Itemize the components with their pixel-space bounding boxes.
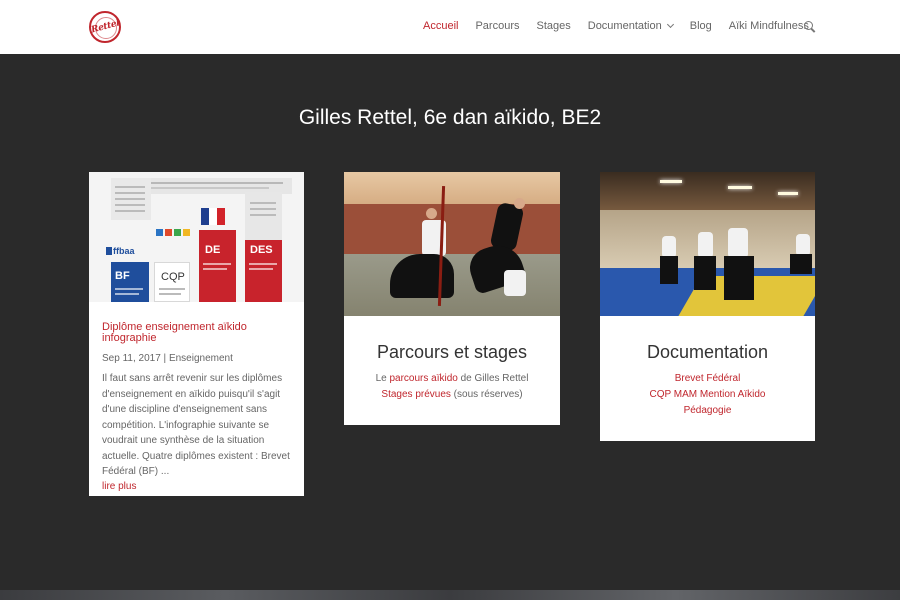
search-icon[interactable] [804,21,816,33]
parcours-line1-prefix: Le [375,373,390,384]
documentation-card: Documentation Brevet Fédéral CQP MAM Men… [600,172,815,441]
photo-wall-red [344,204,560,254]
photo-wall-upper [344,172,560,204]
cqp-mam-link[interactable]: CQP MAM Mention Aïkido [650,389,766,400]
parcours-card: Parcours et stages Le parcours aïkido de… [344,172,560,425]
footer-image-band [0,590,900,600]
parcours-line1-suffix: de Gilles Rettel [457,373,529,384]
photo-person-gi [698,232,713,258]
parcours-aikido-link[interactable]: parcours aïkido [389,373,457,384]
infographic-cqp-bar: CQP [154,262,190,302]
post-card: ffbaa BF CQP DE DES Diplôme enseignement… [89,172,304,496]
post-date: Sep 11, 2017 [102,353,161,364]
post-meta-separator: | [163,353,167,364]
photo-person-hakama [660,256,678,284]
parcours-line2-suffix: (sous réserves) [450,389,523,400]
documentation-card-body: Documentation Brevet Fédéral CQP MAM Men… [600,342,815,419]
infographic-federation-box [111,178,151,220]
ffbaa-logo: ffbaa [106,246,135,256]
infographic-bf-label: BF [115,270,130,282]
infographic-bf-bar: BF [111,262,149,302]
post-title-link[interactable]: Diplôme enseignement aïkido infographie [102,322,292,344]
photo-person-gi [728,228,748,258]
infographic-des-label: DES [250,244,273,256]
photo-ceiling-light [728,186,752,189]
photo-ceiling-light [778,192,798,195]
nav-item-parcours[interactable]: Parcours [475,20,519,32]
photo-person-hakama [790,254,812,274]
photo-person-gi [662,236,676,258]
post-excerpt: Il faut sans arrêt revenir sur les diplô… [102,373,290,477]
parcours-card-text: Le parcours aïkido de Gilles Rettel Stag… [344,371,560,403]
aikido-bokken-photo[interactable] [344,172,560,316]
nav-item-blog[interactable]: Blog [690,20,712,32]
post-meta: Sep 11, 2017 | Enseignement [102,353,233,364]
site-header: Rettel Accueil Parcours Stages Documenta… [0,0,900,54]
photo-person-hakama [390,254,454,298]
photo-person2-foot [514,198,525,209]
stages-prevues-link[interactable]: Stages prévues [381,389,451,400]
infographic-image[interactable]: ffbaa BF CQP DE DES [89,172,304,302]
photo-person2-gi [504,270,526,296]
nav-item-documentation[interactable]: Documentation [587,20,674,32]
photo-person-hakama [694,256,716,290]
infographic-des-header [245,192,282,240]
parcours-card-heading: Parcours et stages [376,342,528,362]
cqp-logo-icon [155,228,191,244]
nav-item-stages[interactable]: Stages [537,20,571,32]
nav-item-accueil[interactable]: Accueil [423,20,458,32]
documentation-links: Brevet Fédéral CQP MAM Mention Aïkido Pé… [600,371,815,419]
read-more-link[interactable]: lire plus [102,481,136,492]
parcours-card-body: Parcours et stages Le parcours aïkido de… [344,342,560,403]
photo-person-head [426,208,437,219]
french-flag-icon [201,208,225,225]
post-category-link[interactable]: Enseignement [169,353,233,364]
aikido-gymnasium-photo[interactable] [600,172,815,316]
photo-person-gi [796,234,810,256]
brevet-federal-link[interactable]: Brevet Fédéral [675,373,741,384]
infographic-de-bar: DE [199,230,236,302]
search-icon-handle [810,28,816,33]
infographic-cqp-label: CQP [161,271,185,283]
site-logo[interactable]: Rettel [89,11,121,43]
documentation-card-heading: Documentation [646,342,769,362]
photo-person-hakama [724,256,754,300]
photo-ceiling-light [660,180,682,183]
main-nav: Accueil Parcours Stages Documentation Bl… [423,20,826,32]
page-title: Gilles Rettel, 6e dan aïkido, BE2 [298,106,602,129]
chevron-down-icon [666,20,674,29]
nav-item-documentation-label: Documentation [587,20,662,32]
logo-text: Rettel [89,18,121,36]
pedagogie-link[interactable]: Pédagogie [684,405,732,416]
nav-item-aiki-mindfulness[interactable]: Aïki Mindfulness [729,20,809,32]
infographic-de-label: DE [205,244,221,256]
